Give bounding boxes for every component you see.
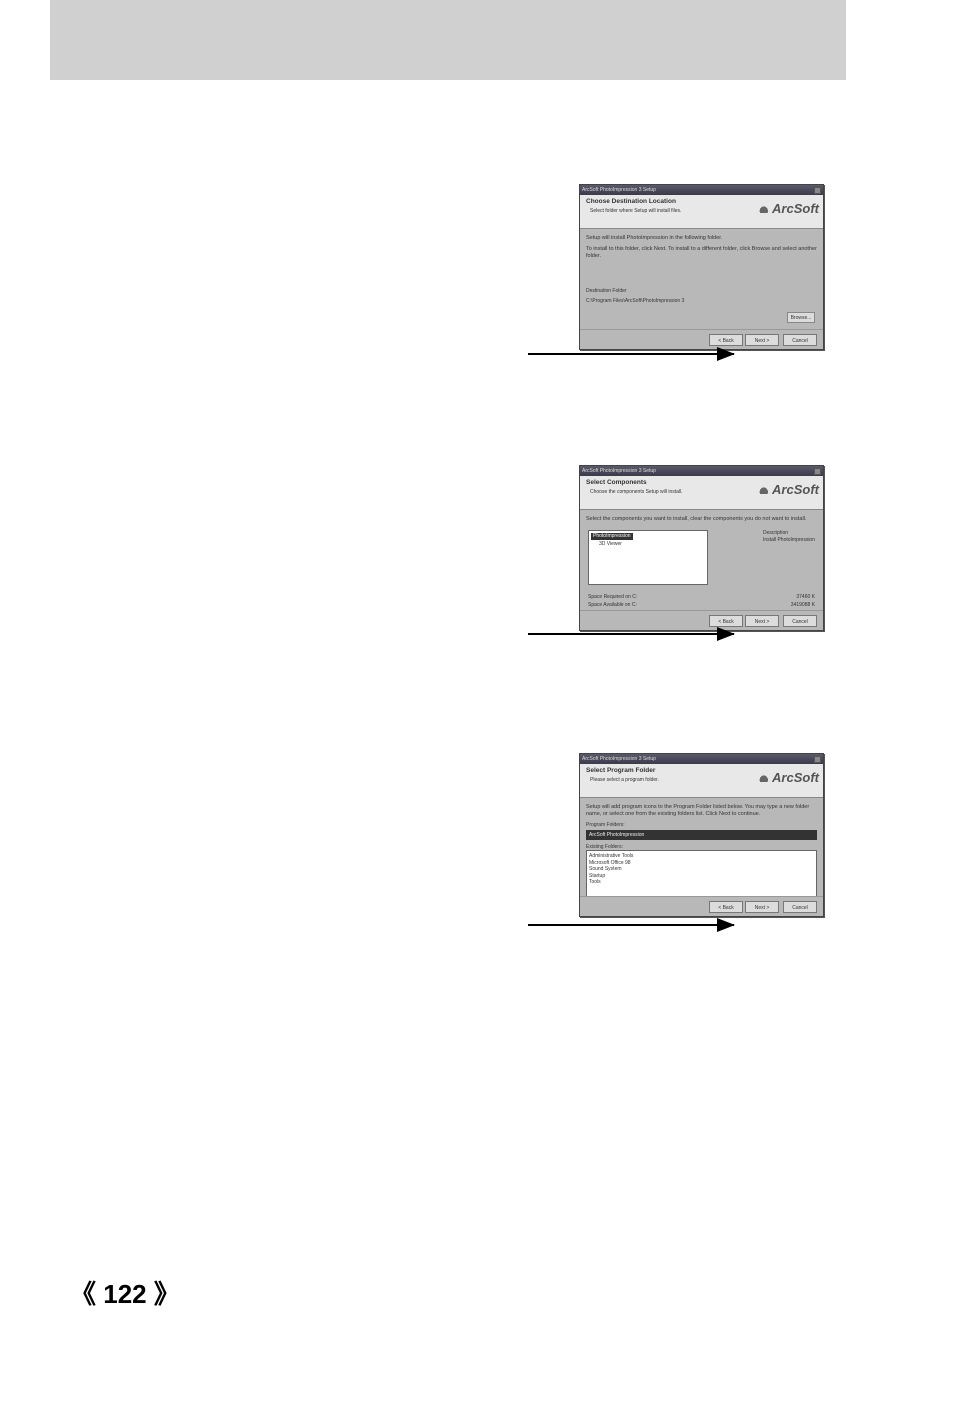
destination-folder-label: Destination Folder bbox=[586, 288, 817, 295]
dialog-header-subtitle: Select folder where Setup will install f… bbox=[590, 208, 681, 214]
destination-folder-path: C:\Program Files\ArcSoft\PhotoImpression… bbox=[586, 298, 817, 305]
arcsoft-logo: ArcSoft bbox=[759, 770, 819, 785]
titlebar-text: ArcSoft PhotoImpression 3 Setup bbox=[582, 187, 656, 193]
dialog-window: ArcSoft PhotoImpression 3 Setup Select P… bbox=[579, 753, 824, 917]
dialog-header-title: Select Program Folder bbox=[586, 767, 655, 774]
dialog-header: Select Program Folder Please select a pr… bbox=[580, 764, 823, 798]
dialog-body: Setup will add program icons to the Prog… bbox=[580, 798, 823, 896]
dialog-header-title: Select Components bbox=[586, 479, 647, 486]
space-available-value: 3419088 K bbox=[791, 602, 815, 609]
cancel-button[interactable]: Cancel bbox=[783, 334, 817, 346]
existing-folders-listbox[interactable]: Administrative Tools Microsoft Office 98… bbox=[586, 850, 817, 900]
titlebar-text: ArcSoft PhotoImpression 3 Setup bbox=[582, 756, 656, 762]
titlebar-text: ArcSoft PhotoImpression 3 Setup bbox=[582, 468, 656, 474]
list-item[interactable]: Tools bbox=[589, 879, 814, 886]
browse-button[interactable]: Browse... bbox=[787, 312, 815, 323]
dialog-window: ArcSoft PhotoImpression 3 Setup Choose D… bbox=[579, 184, 824, 350]
components-listbox[interactable]: PhotoImpression 3D Viewer bbox=[588, 530, 708, 585]
body-text: Setup will install PhotoImpression in th… bbox=[586, 235, 817, 242]
program-folder-label: Program Folders: bbox=[586, 822, 817, 829]
page-header-band bbox=[50, 0, 846, 80]
dialog-header-title: Choose Destination Location bbox=[586, 198, 676, 205]
install-dialog-destination: ArcSoft PhotoImpression 3 Setup Choose D… bbox=[579, 184, 824, 350]
next-page-icon[interactable]: 》 bbox=[154, 1279, 180, 1309]
dialog-header: Select Components Choose the components … bbox=[580, 476, 823, 510]
dialog-header: Choose Destination Location Select folde… bbox=[580, 195, 823, 229]
close-icon[interactable] bbox=[814, 187, 821, 194]
dialog-button-row: < Back Next > Cancel bbox=[580, 610, 823, 630]
back-button[interactable]: < Back bbox=[709, 615, 743, 627]
prev-page-icon[interactable]: 《 bbox=[70, 1279, 96, 1309]
dialog-body: Select the components you want to instal… bbox=[580, 510, 823, 610]
program-folder-input[interactable]: ArcSoft PhotoImpression bbox=[586, 830, 817, 840]
component-item-selected[interactable]: PhotoImpression bbox=[591, 533, 633, 540]
arcsoft-logo: ArcSoft bbox=[759, 482, 819, 497]
cancel-button[interactable]: Cancel bbox=[783, 901, 817, 913]
next-button[interactable]: Next > bbox=[745, 615, 779, 627]
close-icon[interactable] bbox=[814, 756, 821, 763]
dialog-button-row: < Back Next > Cancel bbox=[580, 896, 823, 916]
description-box: Description Install PhotoImpression bbox=[763, 530, 815, 543]
dialog-button-row: < Back Next > Cancel bbox=[580, 329, 823, 349]
close-icon[interactable] bbox=[814, 468, 821, 475]
body-text: Setup will add program icons to the Prog… bbox=[586, 804, 817, 818]
page-navigation: 《 122 》 bbox=[70, 1274, 180, 1311]
arrow-pointer-icon bbox=[528, 924, 734, 926]
back-button[interactable]: < Back bbox=[709, 334, 743, 346]
space-required-value: 37460 K bbox=[796, 594, 815, 601]
arrow-pointer-icon bbox=[528, 353, 734, 355]
cancel-button[interactable]: Cancel bbox=[783, 615, 817, 627]
next-button[interactable]: Next > bbox=[745, 901, 779, 913]
install-dialog-program-folder: ArcSoft PhotoImpression 3 Setup Select P… bbox=[579, 753, 824, 917]
component-item[interactable]: 3D Viewer bbox=[599, 541, 705, 548]
arcsoft-logo: ArcSoft bbox=[759, 201, 819, 216]
space-available-label: Space Available on C: bbox=[588, 602, 637, 609]
install-dialog-components: ArcSoft PhotoImpression 3 Setup Select C… bbox=[579, 465, 824, 631]
dialog-header-subtitle: Please select a program folder. bbox=[590, 777, 659, 783]
back-button[interactable]: < Back bbox=[709, 901, 743, 913]
dialog-titlebar: ArcSoft PhotoImpression 3 Setup bbox=[580, 185, 823, 195]
space-required-label: Space Required on C: bbox=[588, 594, 637, 601]
dialog-window: ArcSoft PhotoImpression 3 Setup Select C… bbox=[579, 465, 824, 631]
dialog-body: Setup will install PhotoImpression in th… bbox=[580, 229, 823, 329]
dialog-titlebar: ArcSoft PhotoImpression 3 Setup bbox=[580, 466, 823, 476]
body-text: To install to this folder, click Next. T… bbox=[586, 246, 817, 260]
dialog-header-subtitle: Choose the components Setup will install… bbox=[590, 489, 683, 495]
page-number: 122 bbox=[103, 1279, 146, 1309]
body-text: Select the components you want to instal… bbox=[586, 516, 817, 523]
arrow-pointer-icon bbox=[528, 633, 734, 635]
dialog-titlebar: ArcSoft PhotoImpression 3 Setup bbox=[580, 754, 823, 764]
description-text: Install PhotoImpression bbox=[763, 537, 815, 544]
next-button[interactable]: Next > bbox=[745, 334, 779, 346]
